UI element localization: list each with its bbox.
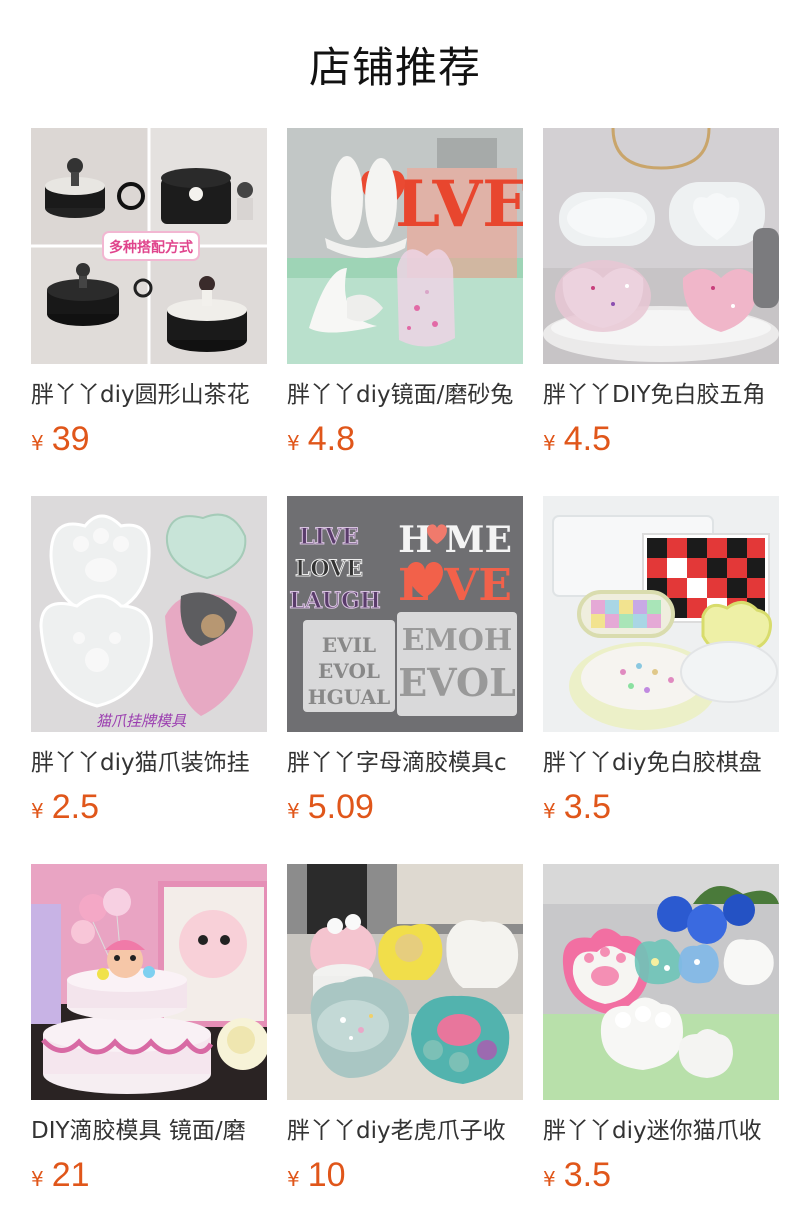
product-price: ¥ 2.5 [31,788,267,828]
product-title[interactable]: 胖丫丫diy老虎爪子收 [287,1116,523,1146]
svg-text:EVIL: EVIL [322,633,376,657]
price-value: 10 [307,1156,346,1194]
product-title[interactable]: 胖丫丫diy免白胶棋盘 [543,748,779,778]
currency-symbol: ¥ [543,1167,556,1191]
product-price: ¥ 10 [287,1156,523,1196]
currency-symbol: ¥ [287,1167,300,1191]
product-price: ¥ 5.09 [287,788,523,828]
image-caption-text: 猫爪挂牌模具 [96,712,187,730]
image-badge-text: 多种搭配方式 [109,239,193,256]
section-title: 店铺推荐 [308,42,481,92]
price-value: 3.5 [563,788,611,826]
product-title[interactable]: 胖丫丫diy迷你猫爪收 [543,1116,779,1146]
product-title[interactable]: 胖丫丫字母滴胶模具c [287,748,523,778]
price-value: 4.5 [563,420,611,458]
product-title[interactable]: 胖丫丫diy镜面/磨砂兔 [287,380,523,410]
svg-text:EVOL: EVOL [398,660,516,705]
product-card[interactable]: LIVE LOVE LAUGH H ME L VE EVIL EVOL HGUA… [287,496,523,864]
svg-text:LAUGH: LAUGH [289,588,380,614]
price-value: 39 [51,420,90,458]
product-card[interactable]: 胖丫丫DIY免白胶五角 ¥ 4.5 [543,128,779,496]
product-price: ¥ 4.5 [543,420,779,460]
product-image[interactable] [543,128,779,364]
product-image[interactable]: LVE [287,128,523,364]
price-value: 21 [51,1156,90,1194]
currency-symbol: ¥ [31,1167,44,1191]
product-image[interactable] [287,864,523,1100]
svg-text:LOVE: LOVE [295,556,363,582]
svg-text:HGUAL: HGUAL [308,685,390,709]
product-card[interactable]: DIY滴胶模具 镜面/磨 ¥ 21 [31,864,267,1232]
product-grid: 多种搭配方式 胖丫丫diy圆形山茶花 ¥ 39 LVE 胖丫丫diy镜面/磨砂兔… [31,128,790,1232]
currency-symbol: ¥ [287,799,300,823]
svg-text:EMOH: EMOH [402,623,513,658]
price-value: 3.5 [563,1156,611,1194]
product-title[interactable]: 胖丫丫diy猫爪装饰挂 [31,748,267,778]
product-price: ¥ 39 [31,420,267,460]
product-card[interactable]: 胖丫丫diy老虎爪子收 ¥ 10 [287,864,523,1232]
product-image[interactable]: 猫爪挂牌模具 [31,496,267,732]
product-card[interactable]: 胖丫丫diy迷你猫爪收 ¥ 3.5 [543,864,779,1232]
svg-text:H ME: H ME [398,519,512,561]
price-value: 4.8 [307,420,355,458]
product-price: ¥ 4.8 [287,420,523,460]
section-header: 店铺推荐 [0,0,790,128]
product-price: ¥ 3.5 [543,788,779,828]
product-image[interactable] [31,864,267,1100]
product-card[interactable]: 猫爪挂牌模具 胖丫丫diy猫爪装饰挂 ¥ 2.5 [31,496,267,864]
svg-text:EVOL: EVOL [318,659,380,683]
product-title[interactable]: 胖丫丫diy圆形山茶花 [31,380,267,410]
currency-symbol: ¥ [543,799,556,823]
svg-text:LIVE: LIVE [299,524,359,550]
product-image[interactable]: LIVE LOVE LAUGH H ME L VE EVIL EVOL HGUA… [287,496,523,732]
currency-symbol: ¥ [287,431,300,455]
svg-text:LVE: LVE [395,167,523,242]
product-image[interactable]: 多种搭配方式 [31,128,267,364]
price-value: 2.5 [51,788,99,826]
product-image[interactable] [543,496,779,732]
product-price: ¥ 21 [31,1156,267,1196]
product-title[interactable]: 胖丫丫DIY免白胶五角 [543,380,779,410]
product-title[interactable]: DIY滴胶模具 镜面/磨 [31,1116,267,1146]
product-image[interactable] [543,864,779,1100]
currency-symbol: ¥ [543,431,556,455]
product-card[interactable]: 多种搭配方式 胖丫丫diy圆形山茶花 ¥ 39 [31,128,267,496]
currency-symbol: ¥ [31,431,44,455]
product-card[interactable]: 胖丫丫diy免白胶棋盘 ¥ 3.5 [543,496,779,864]
product-price: ¥ 3.5 [543,1156,779,1196]
product-card[interactable]: LVE 胖丫丫diy镜面/磨砂兔 ¥ 4.8 [287,128,523,496]
price-value: 5.09 [307,788,374,826]
currency-symbol: ¥ [31,799,44,823]
